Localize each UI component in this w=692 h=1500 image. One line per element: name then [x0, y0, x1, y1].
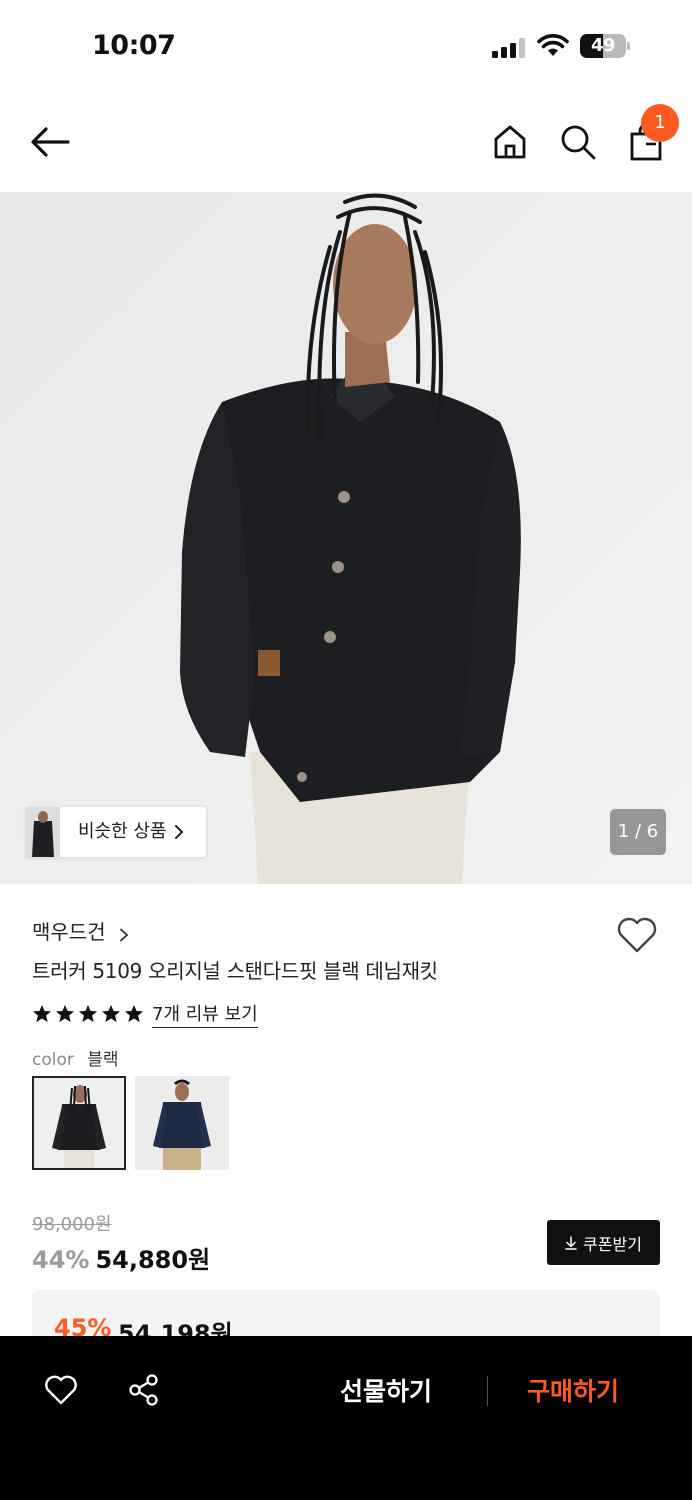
star-icon [125, 1005, 143, 1022]
similar-products-label: 비슷한 상품 [78, 821, 167, 842]
original-price: 98,000원 [32, 1214, 112, 1235]
divider [487, 1376, 488, 1406]
wishlist-heart-icon[interactable] [616, 916, 658, 954]
cart-count-badge: 1 [641, 104, 679, 142]
bottom-action-bar: 선물하기 구매하기 [0, 1336, 692, 1500]
image-page-indicator: 1 / 6 [610, 809, 666, 855]
share-icon[interactable] [128, 1374, 160, 1406]
brand-name: 맥우드건 [32, 920, 106, 944]
status-bar: 10:07 49 [0, 0, 692, 92]
chevron-right-icon [119, 928, 129, 941]
star-icon [56, 1005, 74, 1022]
gift-button[interactable]: 선물하기 [340, 1372, 432, 1408]
star-icon [102, 1005, 120, 1022]
top-navigation: 1 [0, 92, 692, 192]
chevron-right-icon [175, 825, 184, 839]
arrow-left-icon[interactable] [28, 124, 72, 160]
discount-rate: 44% [32, 1246, 90, 1274]
product-image[interactable]: 비슷한 상품 1 / 6 [0, 192, 692, 884]
battery-indicator: 49 [580, 34, 630, 58]
color-swatch-black[interactable] [32, 1076, 126, 1170]
coupon-label: 쿠폰받기 [583, 1234, 642, 1254]
price-row: 44% 54,880원 [32, 1240, 210, 1275]
search-icon[interactable] [558, 122, 598, 162]
sale-price: 54,880원 [95, 1246, 211, 1274]
download-icon [565, 1235, 577, 1250]
cellular-signal-icon [492, 38, 525, 58]
home-icon[interactable] [490, 122, 530, 162]
rating-stars [32, 1004, 144, 1024]
rating-row: 7개 리뷰 보기 [32, 1000, 258, 1028]
heart-icon[interactable] [44, 1374, 78, 1406]
reviews-link[interactable]: 7개 리뷰 보기 [152, 1000, 258, 1028]
status-time: 10:07 [92, 30, 176, 61]
buy-button[interactable]: 구매하기 [527, 1372, 619, 1408]
coupon-download-button[interactable]: 쿠폰받기 [547, 1220, 660, 1265]
color-selector-label: color 블랙 [32, 1045, 119, 1070]
color-label: color [32, 1050, 74, 1070]
wifi-icon [537, 34, 569, 56]
product-name: 트러커 5109 오리지널 스탠다드핏 블랙 데님재킷 [32, 959, 438, 983]
brand-link[interactable]: 맥우드건 [32, 916, 129, 946]
similar-product-thumbnail [26, 807, 60, 857]
battery-level: 49 [590, 35, 616, 56]
product-photo [0, 192, 692, 884]
similar-products-button[interactable]: 비슷한 상품 [26, 807, 206, 857]
star-icon [33, 1005, 51, 1022]
color-value: 블랙 [87, 1050, 119, 1070]
star-icon [79, 1005, 97, 1022]
color-swatch-navy[interactable] [135, 1076, 229, 1170]
